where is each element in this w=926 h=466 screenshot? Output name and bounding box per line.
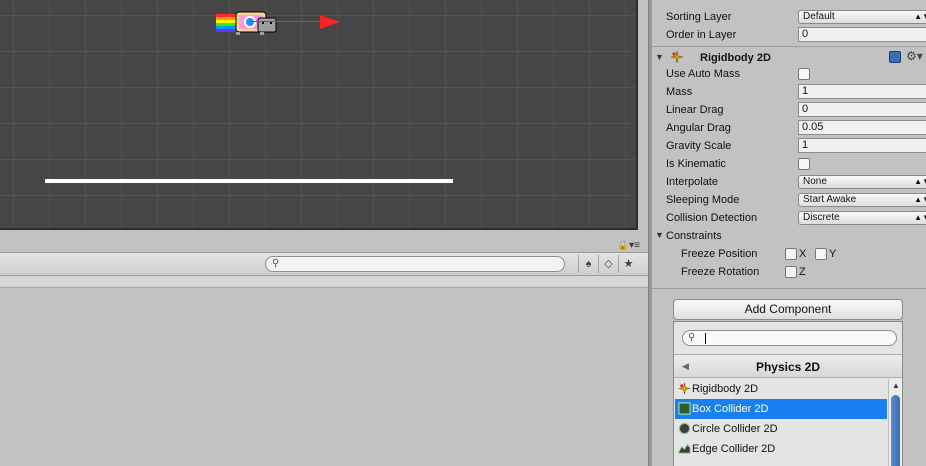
- angular-drag-row: Angular Drag 0.05: [666, 119, 926, 137]
- collision-detection-dropdown[interactable]: Discrete ▲▼: [798, 211, 926, 225]
- panel-lock-icon[interactable]: 🔒▾≡: [617, 240, 640, 251]
- unity-editor: 🔒▾≡ ⚲ ♠ ◇ ★ Sorting Layer Default ▲▼ Ord…: [0, 0, 926, 466]
- dropdown-caret-icon: ▲▼: [914, 12, 926, 21]
- collision-detection-row: Collision Detection Discrete ▲▼: [666, 209, 926, 227]
- popup-item-box-collider-2d[interactable]: Box Collider 2D: [675, 399, 887, 419]
- nyan-cat-sprite[interactable]: [216, 10, 282, 36]
- component-search-input[interactable]: ⚲: [682, 330, 897, 346]
- ground-platform[interactable]: [45, 179, 453, 183]
- interpolate-value: None: [803, 176, 827, 187]
- mass-field[interactable]: 1: [798, 84, 926, 99]
- move-gizmo-x-axis[interactable]: [250, 21, 322, 22]
- order-in-layer-field[interactable]: 0: [798, 27, 926, 42]
- popup-item-label: Circle Collider 2D: [692, 423, 778, 435]
- angular-drag-field[interactable]: 0.05: [798, 120, 926, 135]
- gear-icon[interactable]: ⚙▾: [906, 49, 923, 63]
- popup-item-edge-collider-2d[interactable]: Edge Collider 2D: [675, 439, 887, 459]
- scroll-up-arrow-icon[interactable]: ▲: [892, 381, 900, 390]
- filter-type-icon[interactable]: ♠: [578, 255, 598, 273]
- mass-row: Mass 1: [666, 83, 926, 101]
- freeze-rotation-label: Freeze Rotation: [681, 266, 760, 278]
- filter-label-icon[interactable]: ◇: [598, 255, 618, 273]
- add-component-popup: ⚲ ◀ Physics 2D Rigidbody 2D Box Collider…: [673, 321, 903, 466]
- sleeping-mode-value: Start Awake: [803, 194, 857, 205]
- scene-view[interactable]: [0, 0, 638, 230]
- freeze-rotation-z-checkbox[interactable]: [785, 266, 797, 278]
- dropdown-caret-icon: ▲▼: [914, 195, 926, 204]
- sorting-layer-dropdown[interactable]: Default ▲▼: [798, 10, 926, 24]
- rigidbody-icon: [678, 382, 691, 395]
- component-separator: [652, 288, 926, 289]
- freeze-position-label: Freeze Position: [681, 248, 758, 260]
- popup-item-label: Box Collider 2D: [692, 403, 769, 415]
- dropdown-caret-icon: ▲▼: [914, 213, 926, 222]
- dropdown-caret-icon: ▲▼: [914, 177, 926, 186]
- sleeping-mode-dropdown[interactable]: Start Awake ▲▼: [798, 193, 926, 207]
- freeze-rotation-z-label: Z: [799, 266, 806, 278]
- sleeping-mode-label: Sleeping Mode: [666, 194, 740, 206]
- constraints-foldout[interactable]: ▼ Constraints: [655, 227, 926, 245]
- interpolate-row: Interpolate None ▲▼: [666, 173, 926, 191]
- gravity-scale-row: Gravity Scale 1: [666, 137, 926, 155]
- linear-drag-label: Linear Drag: [666, 104, 724, 116]
- sorting-layer-label: Sorting Layer: [666, 11, 732, 23]
- search-icon: ⚲: [272, 258, 280, 269]
- search-icon: ⚲: [688, 332, 696, 343]
- is-kinematic-label: Is Kinematic: [666, 158, 726, 170]
- interpolate-dropdown[interactable]: None ▲▼: [798, 175, 926, 189]
- use-auto-mass-checkbox[interactable]: [798, 68, 810, 80]
- favorite-star-icon[interactable]: ★: [618, 255, 638, 273]
- gravity-scale-field[interactable]: 1: [798, 138, 926, 153]
- sorting-layer-row: Sorting Layer Default ▲▼: [666, 8, 926, 26]
- sorting-layer-value: Default: [803, 11, 835, 22]
- freeze-position-x-checkbox[interactable]: [785, 248, 797, 260]
- use-auto-mass-row: Use Auto Mass: [666, 65, 926, 83]
- rigidbody-icon: [670, 50, 684, 64]
- edge-collider-icon: [678, 444, 691, 454]
- freeze-rotation-row: Freeze Rotation Z: [666, 263, 926, 281]
- foldout-arrow-icon[interactable]: ▼: [655, 52, 664, 62]
- popup-scrollbar[interactable]: ▲: [888, 379, 902, 466]
- popup-item-label: Edge Collider 2D: [692, 443, 776, 455]
- sleeping-mode-row: Sleeping Mode Start Awake ▲▼: [666, 191, 926, 209]
- linear-drag-field[interactable]: 0: [798, 102, 926, 117]
- project-content-strip: [0, 276, 648, 288]
- project-toolbar: ⚲ ♠ ◇ ★: [0, 252, 648, 276]
- inspector-panel: Sorting Layer Default ▲▼ Order in Layer …: [652, 0, 926, 466]
- add-component-button[interactable]: Add Component: [673, 299, 903, 320]
- circle-collider-icon: [678, 422, 691, 435]
- box-collider-icon: [678, 402, 691, 415]
- interpolate-label: Interpolate: [666, 176, 718, 188]
- linear-drag-row: Linear Drag 0: [666, 101, 926, 119]
- mass-label: Mass: [666, 86, 693, 98]
- rigidbody-2d-title: Rigidbody 2D: [700, 52, 771, 64]
- angular-drag-label: Angular Drag: [666, 122, 731, 134]
- popup-category-title: Physics 2D: [755, 360, 821, 374]
- collision-detection-value: Discrete: [803, 212, 840, 223]
- freeze-position-y-checkbox[interactable]: [815, 248, 827, 260]
- move-gizmo-arrow-icon[interactable]: [320, 15, 340, 29]
- foldout-arrow-icon[interactable]: ▼: [655, 230, 664, 240]
- popup-item-label: Rigidbody 2D: [692, 383, 759, 395]
- freeze-position-y-label: Y: [829, 248, 837, 260]
- is-kinematic-checkbox[interactable]: [798, 158, 810, 170]
- popup-category-header: ◀ Physics 2D: [674, 354, 902, 378]
- popup-item-circle-collider-2d[interactable]: Circle Collider 2D: [675, 419, 887, 439]
- order-in-layer-row: Order in Layer 0: [666, 26, 926, 44]
- constraints-label: Constraints: [666, 230, 722, 242]
- freeze-position-row: Freeze Position X Y: [666, 245, 926, 263]
- project-panel: 🔒▾≡ ⚲ ♠ ◇ ★: [0, 232, 648, 466]
- collision-detection-label: Collision Detection: [666, 212, 758, 224]
- scrollbar-thumb[interactable]: [891, 395, 900, 466]
- popup-item-rigidbody-2d[interactable]: Rigidbody 2D: [675, 379, 887, 399]
- freeze-position-x-label: X: [799, 248, 807, 260]
- is-kinematic-row: Is Kinematic: [666, 155, 926, 173]
- use-auto-mass-label: Use Auto Mass: [666, 68, 740, 80]
- help-book-icon[interactable]: [889, 51, 901, 63]
- project-search-input[interactable]: ⚲: [265, 256, 565, 272]
- text-cursor: [705, 333, 706, 344]
- gravity-scale-label: Gravity Scale: [666, 140, 732, 152]
- order-in-layer-label: Order in Layer: [666, 29, 737, 41]
